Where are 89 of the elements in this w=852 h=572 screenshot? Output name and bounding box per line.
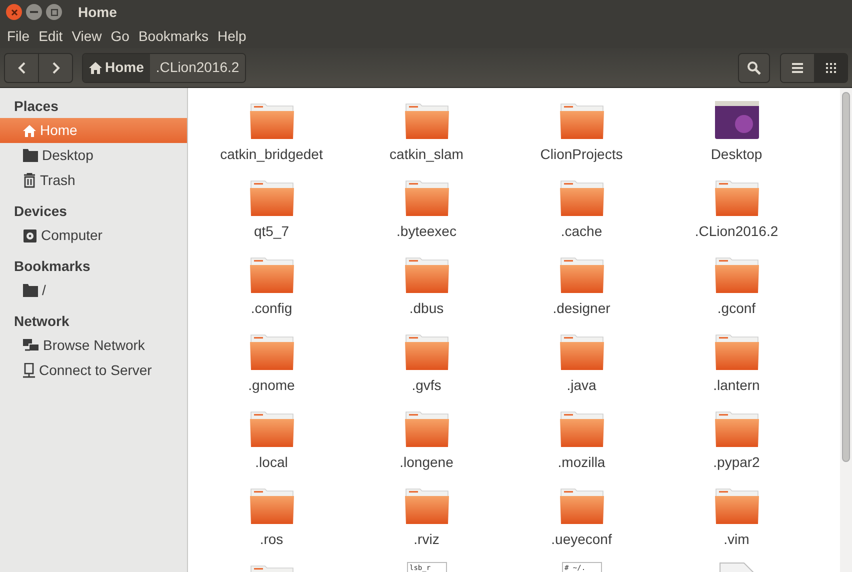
file-name[interactable]: catkin_slam bbox=[390, 144, 464, 165]
desktop-icon bbox=[714, 100, 760, 140]
file-name[interactable]: .config bbox=[250, 298, 292, 319]
back-icon bbox=[18, 62, 26, 74]
file-name[interactable]: .designer bbox=[552, 298, 610, 319]
sidebar-heading: Devices bbox=[13, 202, 68, 220]
trash-icon bbox=[23, 173, 36, 188]
folder-icon bbox=[248, 333, 294, 371]
folder-icon bbox=[404, 256, 450, 294]
file-name[interactable]: .vim bbox=[724, 529, 750, 550]
list-icon bbox=[792, 62, 803, 72]
menu-item[interactable]: Edit bbox=[36, 26, 66, 46]
network-icon bbox=[23, 338, 39, 352]
menu-item[interactable]: View bbox=[68, 26, 105, 46]
sidebar-item[interactable]: Desktop bbox=[0, 143, 187, 168]
folder-icon bbox=[558, 102, 604, 140]
file-name[interactable]: .gnome bbox=[248, 375, 295, 396]
folder-icon bbox=[248, 487, 294, 525]
forward-icon bbox=[52, 62, 60, 74]
folder-icon bbox=[404, 179, 450, 217]
list-view-button[interactable] bbox=[781, 54, 814, 82]
file-name[interactable]: Desktop bbox=[710, 144, 762, 165]
file-name[interactable]: .dbus bbox=[409, 298, 444, 319]
close-button[interactable] bbox=[6, 4, 22, 20]
menu-item[interactable]: Go bbox=[108, 26, 132, 46]
server-icon bbox=[23, 363, 35, 378]
folder-icon bbox=[558, 487, 604, 525]
sidebar-heading: Places bbox=[13, 96, 60, 116]
folder-icon bbox=[23, 149, 38, 162]
file-name[interactable]: .rviz bbox=[414, 529, 440, 550]
file-name[interactable]: qt5_7 bbox=[254, 221, 290, 242]
sidebar-item[interactable]: Computer bbox=[0, 223, 187, 248]
menu-item[interactable]: Help bbox=[214, 26, 250, 46]
file-name[interactable]: .ros bbox=[260, 529, 284, 550]
grid-view-button[interactable] bbox=[814, 54, 847, 82]
folder-icon bbox=[558, 410, 604, 448]
sidebar-item[interactable]: Trash bbox=[0, 168, 187, 193]
file-name[interactable]: .ueyeconf bbox=[551, 529, 612, 550]
maximize-button[interactable] bbox=[46, 4, 62, 20]
file-name[interactable]: ClionProjects bbox=[540, 144, 623, 165]
file-name[interactable]: .pypar2 bbox=[713, 452, 760, 473]
sidebar-item[interactable]: / bbox=[0, 278, 187, 303]
folder-icon bbox=[404, 487, 450, 525]
folder-icon bbox=[404, 410, 450, 448]
search-button[interactable] bbox=[738, 52, 770, 82]
minimize-button[interactable] bbox=[26, 4, 42, 20]
folder-icon bbox=[714, 410, 760, 448]
folder-icon bbox=[248, 179, 294, 217]
folder-icon bbox=[404, 333, 450, 371]
window-title: Home bbox=[78, 2, 117, 22]
folder-icon bbox=[404, 102, 450, 140]
folder-icon bbox=[248, 410, 294, 448]
file-name[interactable]: catkin_bridgedet bbox=[220, 144, 323, 165]
folder-icon bbox=[714, 333, 760, 371]
menu-item[interactable]: File bbox=[4, 26, 33, 46]
home-icon bbox=[89, 62, 102, 74]
folder-icon bbox=[714, 487, 760, 525]
drive-icon bbox=[23, 228, 37, 242]
sidebar-item[interactable]: Connect to Server bbox=[0, 358, 187, 383]
file-name[interactable]: .CLion2016.2 bbox=[694, 221, 778, 242]
home-icon bbox=[23, 124, 36, 136]
sidebar-heading: Bookmarks bbox=[13, 256, 92, 276]
file-name[interactable]: .gconf bbox=[717, 298, 756, 319]
maximize-icon bbox=[50, 8, 58, 16]
folder-icon bbox=[248, 256, 294, 294]
close-icon bbox=[10, 8, 18, 16]
folder-icon bbox=[558, 256, 604, 294]
folder-icon bbox=[714, 256, 760, 294]
sidebar-item[interactable]: Browse Network bbox=[0, 333, 187, 358]
folder-icon bbox=[714, 179, 760, 217]
file-name[interactable]: .mozilla bbox=[558, 452, 606, 473]
file-name[interactable]: .java bbox=[566, 375, 596, 396]
file-name[interactable]: .gvfs bbox=[412, 375, 442, 396]
menu-item[interactable]: Bookmarks bbox=[135, 26, 212, 46]
file-name[interactable]: .byteexec bbox=[396, 221, 456, 242]
scrollbar-thumb[interactable] bbox=[842, 92, 850, 462]
folder-icon bbox=[23, 284, 38, 297]
grid-icon bbox=[826, 62, 836, 72]
file-name[interactable]: .lantern bbox=[713, 375, 760, 396]
sidebar-heading: Network bbox=[13, 312, 70, 330]
folder-icon bbox=[558, 179, 604, 217]
file-name[interactable]: .local bbox=[255, 452, 288, 473]
path-button[interactable]: Home bbox=[83, 54, 150, 82]
folder-icon bbox=[248, 102, 294, 140]
search-icon bbox=[747, 60, 761, 74]
file-name[interactable]: .longene bbox=[400, 452, 454, 473]
file-name[interactable]: .cache bbox=[560, 221, 602, 242]
minimize-icon bbox=[30, 11, 38, 13]
folder-icon bbox=[558, 333, 604, 371]
